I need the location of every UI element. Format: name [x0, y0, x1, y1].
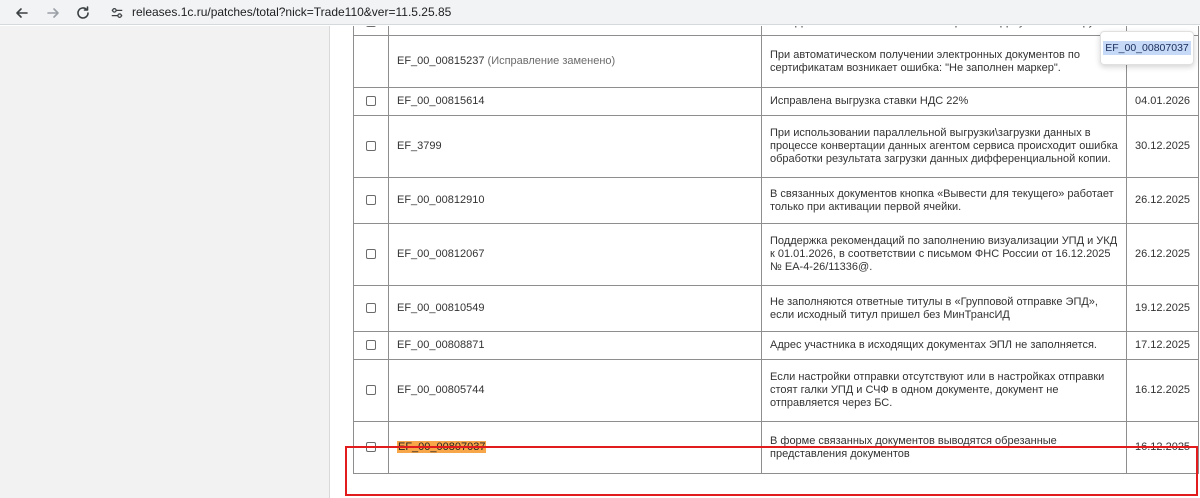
- back-button[interactable]: [12, 3, 32, 23]
- patch-id-cell: EF_00_00807037: [388, 421, 762, 474]
- row-select-cell: [353, 177, 389, 224]
- browser-toolbar: releases.1c.ru/patches/total?nick=Trade1…: [0, 0, 1200, 25]
- patch-id: EF_3799: [397, 140, 442, 152]
- find-tooltip-text: EF_00_00807037: [1103, 41, 1191, 55]
- patch-date: 30.12.2025: [1125, 115, 1200, 178]
- table-row: В УПД 2026 может не заполнятся строка 5а…: [353, 26, 1200, 36]
- row-checkbox[interactable]: [366, 303, 376, 314]
- table-row: EF_00_00808871 Адрес участника в исходящи…: [353, 331, 1200, 360]
- patch-date: 04.01.2026: [1125, 87, 1200, 116]
- row-select-cell: [353, 87, 389, 116]
- patch-id-cell: EF_00_00808871: [388, 331, 762, 360]
- patch-replaced-note: (Исправление заменено): [487, 55, 616, 67]
- patch-id: EF_00_00815237: [397, 55, 485, 67]
- patch-id-cell: EF_00_00805744: [388, 359, 762, 422]
- patch-date: 17.12.2025: [1125, 331, 1200, 360]
- table-row: EF_00_00815614 Исправлена выгрузка ставки…: [353, 87, 1200, 116]
- page-left-margin: [0, 26, 330, 498]
- patch-id: EF_00_00812067: [397, 248, 485, 260]
- patch-id-cell: EF_00_00810549: [388, 285, 762, 332]
- forward-button[interactable]: [43, 3, 63, 23]
- table-row: EF_00_00805744 Если настройки отправки от…: [353, 359, 1200, 422]
- patches-table: В УПД 2026 может не заполнятся строка 5а…: [353, 26, 1200, 474]
- patch-description: Адрес участника в исходящих документах Э…: [761, 331, 1127, 360]
- row-select-cell: [353, 331, 389, 360]
- table-row: EF_00_00807037 В форме связанных документ…: [353, 421, 1200, 474]
- row-checkbox[interactable]: [366, 385, 376, 396]
- table-row: EF_00_00810549 Не заполняются ответные ти…: [353, 285, 1200, 332]
- patch-id: EF_00_00815614: [397, 95, 485, 107]
- patch-id-cell: EF_00_00815237 (Исправление заменено): [388, 35, 762, 88]
- patch-id: EF_00_00807037: [397, 441, 487, 453]
- row-checkbox[interactable]: [366, 249, 376, 260]
- patch-description: Поддержка рекомендаций по заполнению виз…: [761, 223, 1127, 286]
- patch-id-cell: EF_00_00812910: [388, 177, 762, 224]
- table-row: EF_00_00815237 (Исправление заменено) При…: [353, 35, 1200, 88]
- row-select-cell: [353, 359, 389, 422]
- patch-id-cell: EF_00_00815614: [388, 87, 762, 116]
- find-tooltip: EF_00_00807037: [1100, 31, 1194, 65]
- patch-id-cell: [388, 26, 762, 36]
- patch-description: При использовании параллельной выгрузки\…: [761, 115, 1127, 178]
- row-select-cell: [353, 421, 389, 474]
- patch-description: Исправлена выгрузка ставки НДС 22%: [761, 87, 1127, 116]
- arrow-right-icon: [47, 8, 59, 18]
- address-bar[interactable]: releases.1c.ru/patches/total?nick=Trade1…: [132, 5, 451, 19]
- patch-id: EF_00_00808871: [397, 339, 485, 351]
- table-row: EF_00_00812910 В связанных документов кно…: [353, 177, 1200, 224]
- table-row: EF_00_00812067 Поддержка рекомендаций по …: [353, 223, 1200, 286]
- patch-id: EF_00_00810549: [397, 302, 485, 314]
- row-checkbox[interactable]: [366, 26, 376, 28]
- row-select-cell: [353, 285, 389, 332]
- row-checkbox[interactable]: [366, 141, 376, 152]
- arrow-left-icon: [16, 8, 28, 18]
- patch-date: 16.12.2025: [1125, 359, 1200, 422]
- patch-date: 19.12.2025: [1125, 285, 1200, 332]
- row-checkbox[interactable]: [366, 340, 376, 351]
- table-row: EF_3799 При использовании параллельной вы…: [353, 115, 1200, 178]
- reload-button[interactable]: [73, 3, 93, 23]
- patch-id-cell: EF_00_00812067: [388, 223, 762, 286]
- patch-id: EF_00_00805744: [397, 384, 485, 396]
- patch-id-cell: EF_3799: [388, 115, 762, 178]
- row-checkbox[interactable]: [366, 195, 376, 206]
- row-checkbox[interactable]: [366, 96, 376, 107]
- patch-description: При автоматическом получении электронных…: [761, 35, 1127, 88]
- patches-content: В УПД 2026 может не заполнятся строка 5а…: [331, 26, 1200, 498]
- row-select-cell: [353, 26, 389, 36]
- patch-description: Если настройки отправки отсутствуют или …: [761, 359, 1127, 422]
- reload-icon: [77, 6, 89, 19]
- patch-date: 26.12.2025: [1125, 177, 1200, 224]
- row-checkbox[interactable]: [366, 442, 376, 453]
- patch-date: 16.12.2025: [1125, 421, 1200, 474]
- tune-icon: [111, 8, 123, 18]
- patch-description: В УПД 2026 может не заполнятся строка 5а…: [761, 26, 1127, 36]
- patch-date: 26.12.2025: [1125, 223, 1200, 286]
- patch-description: В связанных документов кнопка «Вывести д…: [761, 177, 1127, 224]
- patch-description: В форме связанных документов выводятся о…: [761, 421, 1127, 474]
- patch-id: EF_00_00812910: [397, 194, 485, 206]
- site-info-button[interactable]: [108, 4, 126, 22]
- row-select-cell: [353, 115, 389, 178]
- row-select-cell: [353, 35, 389, 88]
- row-select-cell: [353, 223, 389, 286]
- patch-description: Не заполняются ответные титулы в «Группо…: [761, 285, 1127, 332]
